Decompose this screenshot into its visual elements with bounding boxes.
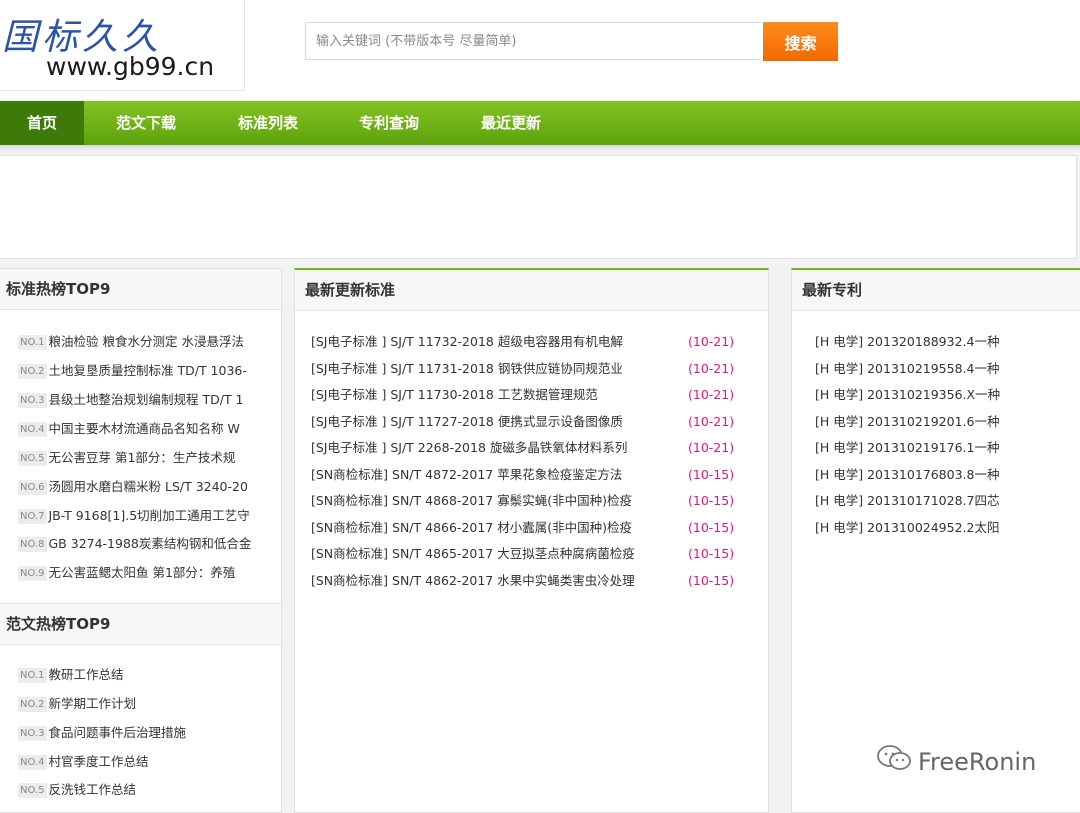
- rank-number: NO.9: [18, 566, 47, 581]
- rank-number: NO.3: [18, 726, 47, 741]
- rank-item[interactable]: NO.3 县级土地整治规划编制规程 TD/T 1: [18, 390, 244, 410]
- hot-standards-panel: 标准热榜TOP9 NO.1 粮油检验 粮食水分测定 水浸悬浮法 NO.2 土地复垦质…: [0, 268, 282, 604]
- search-input[interactable]: [305, 22, 761, 60]
- rank-text: 县级土地整治规划编制规程 TD/T 1: [48, 392, 244, 407]
- rank-item[interactable]: NO.1 粮油检验 粮食水分测定 水浸悬浮法: [18, 332, 244, 352]
- patent-link[interactable]: [H 电学] 201310171028.7四芯: [815, 491, 999, 511]
- standard-date: (10-15): [688, 546, 735, 561]
- nav-essay-download[interactable]: 范文下载: [100, 101, 192, 145]
- patent-link[interactable]: [H 电学] 201310219201.6一种: [815, 412, 999, 432]
- patent-link[interactable]: [H 电学] 201320188932.4一种: [815, 332, 999, 352]
- rank-number: NO.6: [18, 480, 47, 495]
- nav-home[interactable]: 首页: [0, 101, 84, 145]
- standard-link[interactable]: [SJ电子标准 ] SJ/T 11727-2018 便携式显示设备图像质: [311, 412, 623, 432]
- main-nav: 首页 范文下载 标准列表 专利查询 最近更新: [0, 101, 1080, 145]
- panel-title: 最新专利: [792, 270, 1080, 311]
- standard-link[interactable]: [SJ电子标准 ] SJ/T 11730-2018 工艺数据管理规范: [311, 385, 598, 405]
- rank-item[interactable]: NO.9 无公害蓝鳃太阳鱼 第1部分：养殖: [18, 563, 235, 583]
- rank-item[interactable]: NO.5 无公害豆芽 第1部分：生产技术规: [18, 448, 235, 468]
- standard-date: (10-21): [688, 334, 735, 349]
- latest-patents-panel: 最新专利 [H 电学] 201320188932.4一种 [H 电学] 2013…: [791, 268, 1080, 813]
- standard-link[interactable]: [SJ电子标准 ] SJ/T 11732-2018 超级电容器用有机电解: [311, 332, 623, 352]
- rank-item[interactable]: NO.4 村官季度工作总结: [18, 752, 149, 772]
- rank-text: 新学期工作计划: [48, 696, 137, 711]
- panel-title: 范文热榜TOP9: [0, 604, 281, 645]
- standard-link[interactable]: [SN商检标准] SN/T 4862-2017 水果中实蝇类害虫冷处理: [311, 571, 635, 591]
- standard-date: (10-15): [688, 520, 735, 535]
- rank-number: NO.2: [18, 697, 47, 712]
- nav-recent-updates[interactable]: 最近更新: [465, 101, 557, 145]
- rank-text: GB 3274-1988炭素结构钢和低合金: [48, 536, 252, 551]
- rank-text: 无公害豆芽 第1部分：生产技术规: [48, 450, 236, 465]
- rank-item[interactable]: NO.7 JB-T 9168[1].5切削加工通用工艺守: [18, 506, 250, 526]
- standard-date: (10-15): [688, 493, 735, 508]
- rank-number: NO.1: [18, 335, 47, 350]
- rank-item[interactable]: NO.4 中国主要木材流通商品名知名称 W: [18, 419, 240, 439]
- rank-number: NO.5: [18, 451, 47, 466]
- rank-text: 汤圆用水磨白糯米粉 LS/T 3240-20: [48, 479, 248, 494]
- standard-date: (10-15): [688, 573, 735, 588]
- rank-item[interactable]: NO.5 反洗钱工作总结: [18, 780, 136, 800]
- hot-essays-panel: 范文热榜TOP9 NO.1 教研工作总结 NO.2 新学期工作计划 NO.3 食品问题…: [0, 603, 282, 813]
- rank-number: NO.7: [18, 509, 47, 524]
- rank-text: 教研工作总结: [48, 667, 124, 682]
- site-logo[interactable]: 国标久久 www.gb99.cn: [0, 0, 245, 91]
- watermark-text: FreeRonin: [918, 748, 1037, 776]
- nav-shadow: [0, 145, 1080, 151]
- rank-text: JB-T 9168[1].5切削加工通用工艺守: [48, 508, 250, 523]
- standard-date: (10-21): [688, 414, 735, 429]
- watermark: FreeRonin: [876, 744, 1036, 780]
- rank-item[interactable]: NO.1 教研工作总结: [18, 665, 124, 685]
- rank-number: NO.3: [18, 393, 47, 408]
- rank-text: 土地复垦质量控制标准 TD/T 1036-: [48, 363, 247, 378]
- rank-text: 无公害蓝鳃太阳鱼 第1部分：养殖: [48, 565, 236, 580]
- patent-link[interactable]: [H 电学] 201310219356.X一种: [815, 385, 1000, 405]
- site-header: 国标久久 www.gb99.cn 搜索: [0, 0, 1080, 100]
- rank-item[interactable]: NO.6 汤圆用水磨白糯米粉 LS/T 3240-20: [18, 477, 248, 497]
- rank-text: 反洗钱工作总结: [48, 782, 137, 797]
- standard-link[interactable]: [SJ电子标准 ] SJ/T 2268-2018 旋磁多晶铁氧体材料系列: [311, 438, 627, 458]
- panel-title: 最新更新标准: [295, 270, 768, 311]
- rank-item[interactable]: NO.3 食品问题事件后治理措施: [18, 723, 186, 743]
- patent-link[interactable]: [H 电学] 201310219558.4一种: [815, 359, 999, 379]
- standard-link[interactable]: [SN商检标准] SN/T 4866-2017 材小蠹属(非中国种)检疫: [311, 518, 632, 538]
- nav-standard-list[interactable]: 标准列表: [222, 101, 314, 145]
- standard-date: (10-21): [688, 361, 735, 376]
- rank-text: 中国主要木材流通商品名知名称 W: [48, 421, 240, 436]
- latest-standards-panel: 最新更新标准 [SJ电子标准 ] SJ/T 11732-2018 超级电容器用有…: [294, 268, 769, 813]
- standard-date: (10-15): [688, 467, 735, 482]
- rank-text: 粮油检验 粮食水分测定 水浸悬浮法: [48, 334, 244, 349]
- rank-item[interactable]: NO.2 新学期工作计划: [18, 694, 136, 714]
- rank-text: 食品问题事件后治理措施: [48, 725, 187, 740]
- standard-link[interactable]: [SJ电子标准 ] SJ/T 11731-2018 钢铁供应链协同规范业: [311, 359, 623, 379]
- patent-link[interactable]: [H 电学] 201310024952.2太阳: [815, 518, 999, 538]
- standard-date: (10-21): [688, 440, 735, 455]
- rank-number: NO.1: [18, 668, 47, 683]
- rank-number: NO.8: [18, 537, 47, 552]
- standard-link[interactable]: [SN商检标准] SN/T 4872-2017 苹果花象检疫鉴定方法: [311, 465, 622, 485]
- rank-item[interactable]: NO.2 土地复垦质量控制标准 TD/T 1036-: [18, 361, 247, 381]
- panel-title: 标准热榜TOP9: [0, 269, 281, 310]
- nav-patent-search[interactable]: 专利查询: [343, 101, 435, 145]
- standard-link[interactable]: [SN商检标准] SN/T 4865-2017 大豆拟茎点种腐病菌检疫: [311, 544, 635, 564]
- rank-item[interactable]: NO.8 GB 3274-1988炭素结构钢和低合金: [18, 534, 251, 554]
- patent-link[interactable]: [H 电学] 201310219176.1一种: [815, 438, 999, 458]
- banner-area: [0, 155, 1077, 259]
- rank-number: NO.4: [18, 755, 47, 770]
- standard-date: (10-21): [688, 387, 735, 402]
- search-button[interactable]: 搜索: [763, 22, 838, 61]
- patent-link[interactable]: [H 电学] 201310176803.8一种: [815, 465, 999, 485]
- wechat-icon: [876, 744, 912, 782]
- rank-number: NO.4: [18, 422, 47, 437]
- logo-url: www.gb99.cn: [46, 52, 215, 81]
- standard-link[interactable]: [SN商检标准] SN/T 4868-2017 寡鬃实蝇(非中国种)检疫: [311, 491, 632, 511]
- rank-text: 村官季度工作总结: [48, 754, 149, 769]
- rank-number: NO.2: [18, 364, 47, 379]
- rank-number: NO.5: [18, 783, 47, 798]
